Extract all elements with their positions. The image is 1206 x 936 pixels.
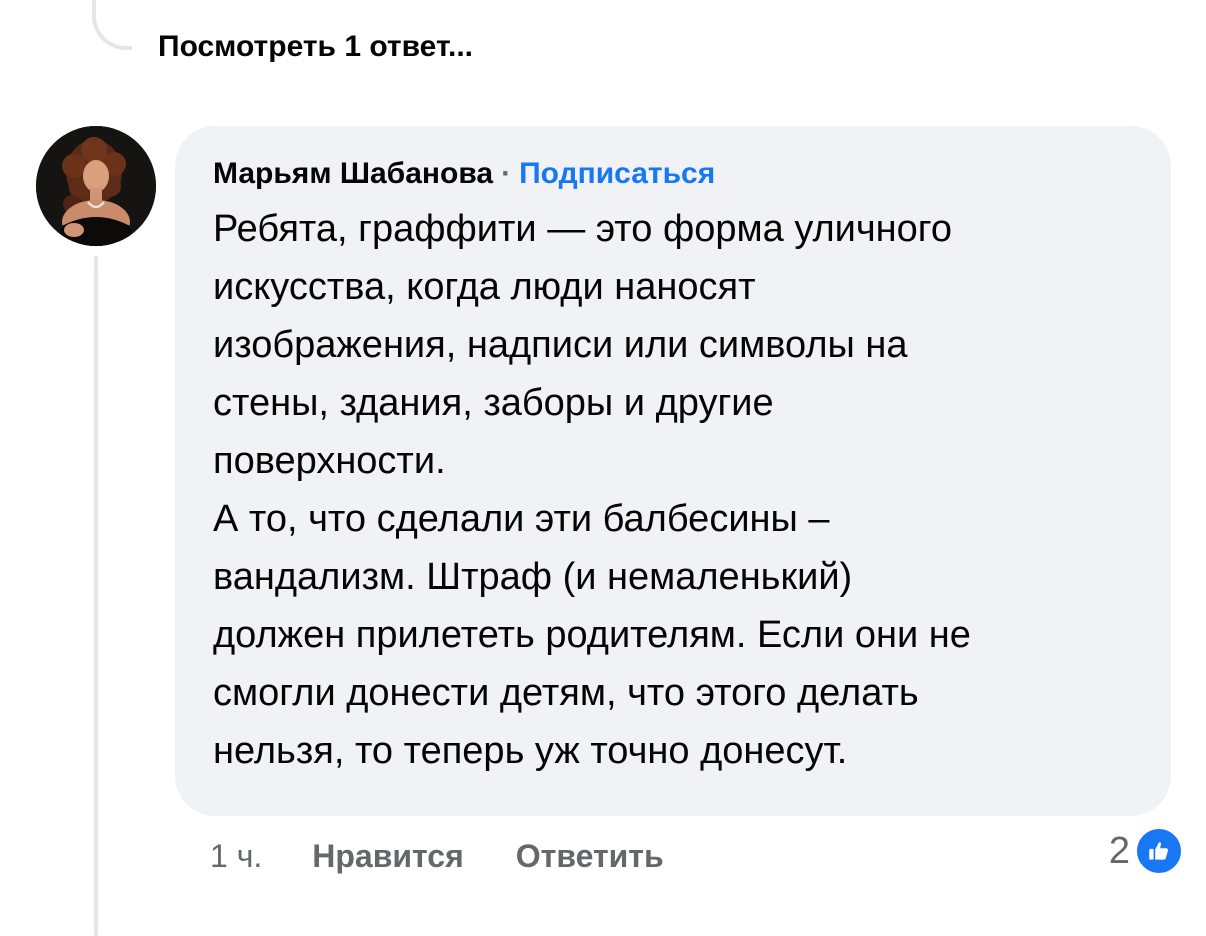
follow-link[interactable]: Подписаться <box>519 157 715 190</box>
avatar-photo <box>36 126 156 246</box>
thread-connector-line <box>94 256 98 936</box>
comment-header: Марьям Шабанова · Подписаться <box>213 154 1141 194</box>
like-button[interactable]: Нравится <box>312 838 464 875</box>
reactions-summary[interactable]: 2 <box>1109 826 1184 876</box>
avatar[interactable] <box>36 126 156 246</box>
author-name[interactable]: Марьям Шабанова <box>213 157 493 190</box>
thread-connector-curve <box>92 0 132 50</box>
timestamp[interactable]: 1 ч. <box>210 838 262 875</box>
comment-actions: 1 ч. Нравится Ответить <box>210 832 664 880</box>
comment-text: Ребята, граффити — это форма уличного ис… <box>213 208 971 772</box>
comment-bubble: Марьям Шабанова · Подписаться Ребята, граф… <box>175 126 1171 816</box>
thumbs-up-icon <box>1134 826 1184 876</box>
reaction-count: 2 <box>1108 829 1130 872</box>
separator-dot: · <box>501 157 512 190</box>
reply-button[interactable]: Ответить <box>516 838 664 875</box>
view-replies-link[interactable]: Посмотреть 1 ответ... <box>158 30 473 64</box>
